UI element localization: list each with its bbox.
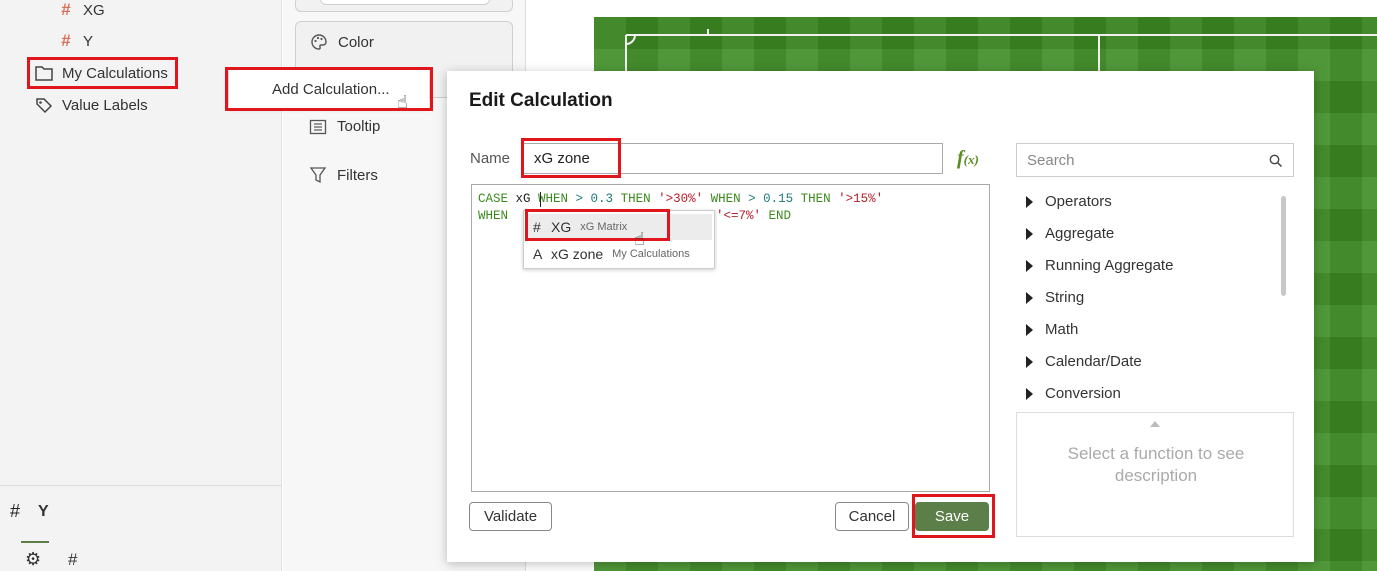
tree-item-label: Y [83,32,94,50]
active-tab-underline [21,541,49,543]
tree-item-xg[interactable]: # XG [53,0,105,20]
name-label: Name [470,150,511,167]
expand-arrow-icon [1026,291,1033,304]
expression-token: WHEN [530,192,569,206]
expression-token: '>30%' [650,192,704,206]
hand-cursor-icon: ☝ [397,92,408,112]
expand-arrow-icon [1026,195,1033,208]
category-string[interactable]: String [1026,289,1084,306]
grammar-label: Tooltip [337,118,381,135]
expand-arrow-icon [1026,259,1033,272]
grammar-drop-target[interactable] [295,0,513,12]
function-list-scrollbar[interactable] [1281,196,1286,296]
tree-item-label: XG [83,1,105,19]
tree-item-y[interactable]: # Y [53,31,93,51]
function-description-panel: Select a function to see description [1016,412,1294,537]
expression-token: > 0.3 [568,192,614,206]
category-conversion[interactable]: Conversion [1026,385,1121,402]
expression-token: > 0.15 [740,192,794,206]
autocomplete-item-source: xG Matrix [580,221,628,233]
selected-field-name: Y [38,502,49,520]
category-calendar-date[interactable]: Calendar/Date [1026,353,1142,370]
autocomplete-item-xg-zone[interactable]: A xG zone My Calculations [526,241,712,267]
palette-icon [311,34,327,50]
expression-token: THEN [793,192,831,206]
expression-line-1: CASE xG WHEN > 0.3 THEN '>30%' WHEN > 0.… [478,191,983,208]
autocomplete-item-name: XG [551,219,572,235]
grammar-tooltip[interactable]: Tooltip [309,118,380,135]
function-icon[interactable]: f(x) [957,147,979,170]
expression-token: THEN [613,192,651,206]
expression-token: '>15%' [830,192,884,206]
autocomplete-item-name: xG zone [551,246,604,262]
save-button[interactable]: Save [915,502,989,531]
tag-icon [36,98,53,114]
category-operators[interactable]: Operators [1026,193,1112,210]
number-format-icon[interactable]: # [68,550,77,570]
number-type-icon: # [533,219,541,235]
tree-item-label: My Calculations [62,64,168,82]
grammar-label: Filters [337,166,378,184]
folder-icon [35,66,53,81]
edit-calculation-dialog: Edit Calculation Name f(x) CASE xG WHEN … [447,71,1314,562]
category-aggregate[interactable]: Aggregate [1026,225,1114,242]
grammar-filters[interactable]: Filters [309,166,378,184]
expression-token: CASE [478,192,509,206]
validate-button[interactable]: Validate [469,502,552,531]
function-description-text: Select a function to see description [1067,444,1245,485]
search-icon[interactable] [1269,154,1283,168]
add-calculation-menu-item[interactable]: Add Calculation... [272,81,390,98]
hand-cursor-icon: ☝ [634,229,645,249]
expand-arrow-icon [1026,355,1033,368]
expand-arrow-icon [1026,387,1033,400]
cancel-button[interactable]: Cancel [835,502,909,531]
autocomplete-item-source: My Calculations [612,248,690,260]
text-type-icon: A [533,246,543,262]
expand-arrow-icon [1026,323,1033,336]
tooltip-icon [309,119,327,134]
expression-token: WHEN [703,192,741,206]
tree-item-value-labels[interactable]: Value Labels [34,96,148,114]
tree-item-label: Value Labels [62,96,148,114]
tree-item-my-calculations[interactable]: My Calculations [34,64,168,82]
gear-icon[interactable]: ⚙ [25,549,41,570]
number-type-icon: # [61,0,71,19]
selected-field-title: # Y [10,501,49,522]
divider [0,485,282,486]
number-type-icon: # [61,31,71,50]
dialog-title: Edit Calculation [469,90,613,111]
autocomplete-item-xg[interactable]: # XG xG Matrix [526,214,712,240]
category-math[interactable]: Math [1026,321,1078,338]
function-category-list: Operators Aggregate Running Aggregate St… [1016,187,1294,411]
function-search-input[interactable]: Search [1016,143,1294,177]
autocomplete-popup: # XG xG Matrix A xG zone My Calculations [523,210,715,269]
collapse-arrow-icon[interactable] [1150,421,1160,427]
expression-token: xG [508,192,531,206]
drop-field [320,0,490,5]
expand-arrow-icon [1026,227,1033,240]
calculation-name-input[interactable] [521,143,943,174]
filter-icon [309,167,327,184]
number-type-icon: # [10,501,21,521]
text-cursor [540,192,541,207]
grammar-label: Color [338,33,374,51]
category-running-aggregate[interactable]: Running Aggregate [1026,257,1173,274]
search-placeholder: Search [1027,152,1075,169]
grammar-color: Color [310,33,374,51]
